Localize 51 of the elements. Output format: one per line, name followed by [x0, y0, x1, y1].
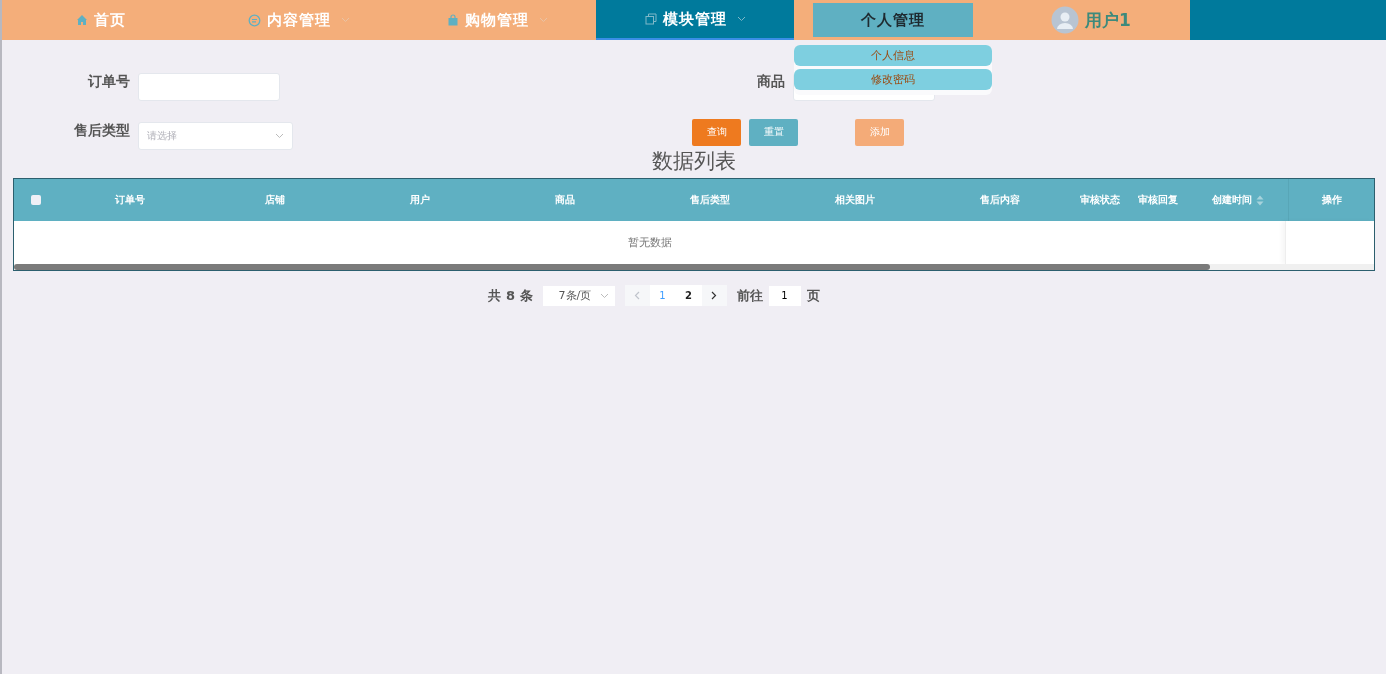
page-size-select[interactable]: 7条/页 — [542, 285, 615, 306]
total-count: 共 8 条 — [488, 286, 533, 305]
caret-icon — [736, 16, 746, 22]
field-label: 售后类型 — [73, 122, 130, 140]
prev-icon — [634, 291, 641, 300]
table-title: 数据列表 — [651, 149, 737, 174]
empty-message: 暂无数据 — [627, 235, 672, 250]
next-icon — [711, 291, 718, 300]
column-header: 售后内容 — [979, 193, 1020, 207]
caret-icon — [341, 17, 350, 23]
goto-label: 前往 — [736, 286, 763, 305]
column-header: 操作 — [1321, 193, 1342, 207]
column-header: 店铺 — [264, 193, 285, 207]
copy-icon — [644, 13, 657, 25]
input-field[interactable] — [138, 73, 280, 101]
nav-item[interactable]: 购物管理 — [398, 0, 596, 40]
checkbox[interactable] — [30, 195, 41, 205]
nav-item[interactable]: 个人管理 — [813, 3, 973, 37]
next-button[interactable] — [701, 285, 727, 306]
page-input[interactable]: 1 — [768, 285, 801, 306]
column-header: 创建时间 — [1212, 193, 1252, 207]
user-name[interactable]: 用户1 — [1085, 8, 1131, 32]
select-field[interactable]: 请选择 — [138, 122, 293, 150]
home-icon — [76, 14, 88, 26]
column-header: 订单号 — [114, 193, 145, 207]
column-header: 用户 — [409, 193, 430, 207]
field-label: 订单号 — [86, 73, 130, 91]
reset-button[interactable]: 重置 — [749, 118, 798, 146]
page-number[interactable]: 1 — [649, 285, 676, 306]
column-header: 审核回复 — [1138, 193, 1178, 207]
nav-item[interactable]: 模块管理 — [596, 0, 794, 40]
column-header: 售后类型 — [689, 193, 730, 207]
column-header: 审核状态 — [1080, 193, 1120, 207]
chat-icon — [248, 13, 261, 27]
nav-item[interactable]: 首页 — [2, 0, 200, 40]
caret-icon — [599, 292, 609, 299]
menu-item[interactable]: 修改密码 — [794, 69, 992, 90]
page-number[interactable]: 2 — [675, 285, 702, 306]
add-button[interactable]: 添加 — [855, 118, 904, 146]
column-header: 相关图片 — [834, 193, 875, 207]
search-button[interactable]: 查询 — [692, 118, 741, 146]
column-header: 商品 — [554, 193, 575, 207]
page-suffix: 页 — [806, 286, 820, 305]
field-label: 商品 — [757, 73, 785, 91]
bag-icon — [446, 14, 459, 26]
caret-icon — [538, 17, 548, 23]
nav-item[interactable]: 内容管理 — [200, 0, 398, 40]
prev-button[interactable] — [624, 285, 650, 306]
avatar-icon — [1051, 6, 1080, 34]
caret-icon — [275, 133, 284, 139]
menu-item[interactable]: 个人信息 — [794, 45, 992, 66]
